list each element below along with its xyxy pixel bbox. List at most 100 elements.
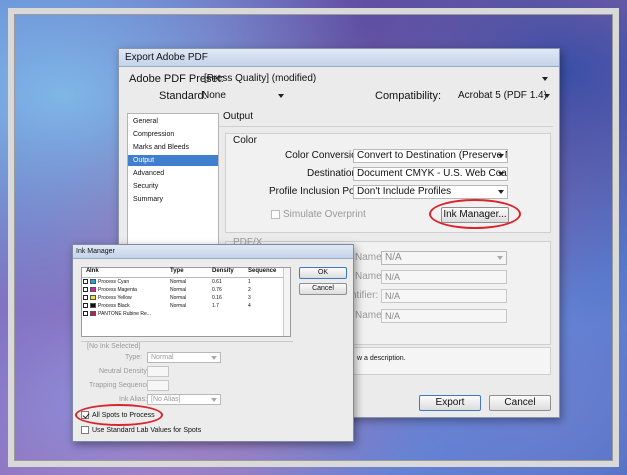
ink-sequence: 4	[248, 303, 251, 309]
ink-type: Normal	[170, 287, 187, 293]
ink-swatch	[90, 287, 96, 293]
ink-row[interactable]: Process Magenta Normal 0.76 2	[82, 286, 290, 294]
process-ink-icon	[83, 279, 88, 285]
ink-list-scrollbar[interactable]	[283, 268, 290, 336]
process-ink-icon	[83, 303, 88, 309]
chevron-down-icon	[498, 190, 504, 194]
nav-item-summary[interactable]: Summary	[128, 194, 218, 205]
pdfx-output-intent-dropdown[interactable]: N/A	[381, 251, 507, 265]
nav-item-advanced[interactable]: Advanced	[128, 168, 218, 179]
chevron-down-icon	[544, 94, 550, 98]
ink-alias-dropdown[interactable]: [No Alias]	[147, 394, 221, 405]
chevron-down-icon	[498, 154, 504, 158]
category-list: General Compression Marks and Bleeds Out…	[127, 113, 219, 253]
ink-type: Normal	[170, 279, 187, 285]
pdfx-value-1: N/A	[385, 252, 402, 263]
ink-density: 0.76	[212, 287, 222, 293]
use-lab-label: Use Standard Lab Values for Spots	[92, 426, 202, 434]
trapping-sequence-field[interactable]	[147, 380, 169, 391]
nav-item-marks-and-bleeds[interactable]: Marks and Bleeds	[128, 142, 218, 153]
ink-density: 1.7	[212, 303, 219, 309]
ink-sequence: 1	[248, 279, 251, 285]
ok-button[interactable]: OK	[299, 267, 347, 279]
ink-col-density: Density	[212, 268, 234, 274]
compat-value: Acrobat 5 (PDF 1.4)	[458, 90, 547, 101]
chevron-down-icon	[211, 356, 217, 360]
pdfx-field-4[interactable]: N/A	[381, 309, 507, 323]
type-dropdown[interactable]: Normal	[147, 352, 221, 363]
preset-dropdown[interactable]: [Press Quality] (modified)	[201, 73, 551, 87]
profile-inclusion-dropdown[interactable]: Don't Include Profiles	[353, 185, 508, 199]
ink-swatch	[90, 279, 96, 285]
nav-item-security[interactable]: Security	[128, 181, 218, 192]
ink-sequence: 2	[248, 287, 251, 293]
export-button[interactable]: Export	[419, 395, 481, 411]
checkbox-icon	[81, 426, 89, 434]
nav-item-general[interactable]: General	[128, 116, 218, 127]
ink-name: Process Yellow	[98, 295, 132, 301]
ink-list-header: A Ink Type Density Sequence	[82, 268, 290, 278]
type-label: Type:	[125, 354, 143, 361]
destination-label: Destination:	[307, 168, 360, 179]
process-ink-icon	[83, 311, 88, 317]
pdfx-field-3[interactable]: N/A	[381, 289, 507, 303]
ink-name: PANTONE Rubine Re...	[98, 311, 151, 317]
standard-dropdown[interactable]: None	[199, 90, 287, 104]
ink-sequence	[248, 310, 284, 318]
simulate-overprint-label: Simulate Overprint	[283, 209, 366, 220]
ink-col-icon: A	[86, 268, 91, 274]
ink-manager-dialog: Ink Manager A Ink Type Density Sequence …	[72, 244, 354, 442]
nav-item-compression[interactable]: Compression	[128, 129, 218, 140]
ink-list: A Ink Type Density Sequence Process Cyan…	[81, 267, 291, 337]
panel-title: Output	[219, 107, 553, 127]
ink-type: Normal	[170, 303, 187, 309]
ink-alias-value: [No Alias]	[151, 396, 181, 403]
ink-row[interactable]: Process Cyan Normal 0.61 1	[82, 278, 290, 286]
ink-name: Process Black	[98, 303, 130, 309]
ink-swatch	[90, 295, 96, 301]
ink-row[interactable]: Process Black Normal 1.7 4	[82, 302, 290, 310]
cancel-button[interactable]: Cancel	[489, 395, 551, 411]
ink-manager-title: Ink Manager	[73, 245, 353, 259]
ink-col-ink: Ink	[90, 268, 99, 274]
highlight-ring-ink-manager	[429, 199, 521, 229]
ink-cancel-button[interactable]: Cancel	[299, 283, 347, 295]
ink-row[interactable]: Process Yellow Normal 0.16 3	[82, 294, 290, 302]
ink-name: Process Cyan	[98, 279, 130, 285]
simulate-overprint-checkbox[interactable]: Simulate Overprint	[271, 209, 366, 220]
ink-density: 0.61	[212, 279, 222, 285]
chevron-down-icon	[497, 256, 503, 260]
ink-density: 0.16	[212, 295, 222, 301]
compat-label: Compatibility:	[375, 90, 442, 102]
ink-sequence: 3	[248, 295, 251, 301]
highlight-ring-all-spots	[75, 404, 163, 426]
use-standard-lab-checkbox[interactable]: Use Standard Lab Values for Spots	[81, 426, 201, 434]
process-ink-icon	[83, 287, 88, 293]
preset-value: [Press Quality] (modified)	[204, 73, 317, 84]
ink-swatch	[90, 303, 96, 309]
chevron-down-icon	[211, 398, 217, 402]
ink-row[interactable]: PANTONE Rubine Re...	[82, 310, 290, 318]
trapping-sequence-label: Trapping Sequence:	[89, 382, 152, 389]
destination-value: Document CMYK - U.S. Web Coated (S	[357, 168, 507, 179]
dialog-title: Export Adobe PDF	[119, 49, 559, 67]
color-conversion-dropdown[interactable]: Convert to Destination (Preserve Numb	[353, 149, 508, 163]
ink-type	[170, 310, 212, 318]
chevron-down-icon	[278, 94, 284, 98]
neutral-density-label: Neutral Density:	[99, 368, 149, 375]
standard-value: None	[202, 90, 226, 101]
ink-swatch	[90, 311, 96, 317]
checkbox-icon	[271, 210, 280, 219]
ink-col-sequence: Sequence	[248, 268, 277, 274]
compat-dropdown[interactable]: Acrobat 5 (PDF 1.4)	[455, 90, 553, 104]
ink-alias-label: Ink Alias:	[119, 396, 148, 403]
destination-dropdown[interactable]: Document CMYK - U.S. Web Coated (S	[353, 167, 508, 181]
nav-item-output[interactable]: Output	[128, 155, 218, 166]
type-value: Normal	[151, 354, 174, 361]
ink-name: Process Magenta	[98, 287, 137, 293]
ink-col-type: Type	[170, 268, 184, 274]
neutral-density-field[interactable]	[147, 366, 169, 377]
pdfx-field-2[interactable]: N/A	[381, 270, 507, 284]
profile-inclusion-value: Don't Include Profiles	[357, 186, 452, 197]
process-ink-icon	[83, 295, 88, 301]
